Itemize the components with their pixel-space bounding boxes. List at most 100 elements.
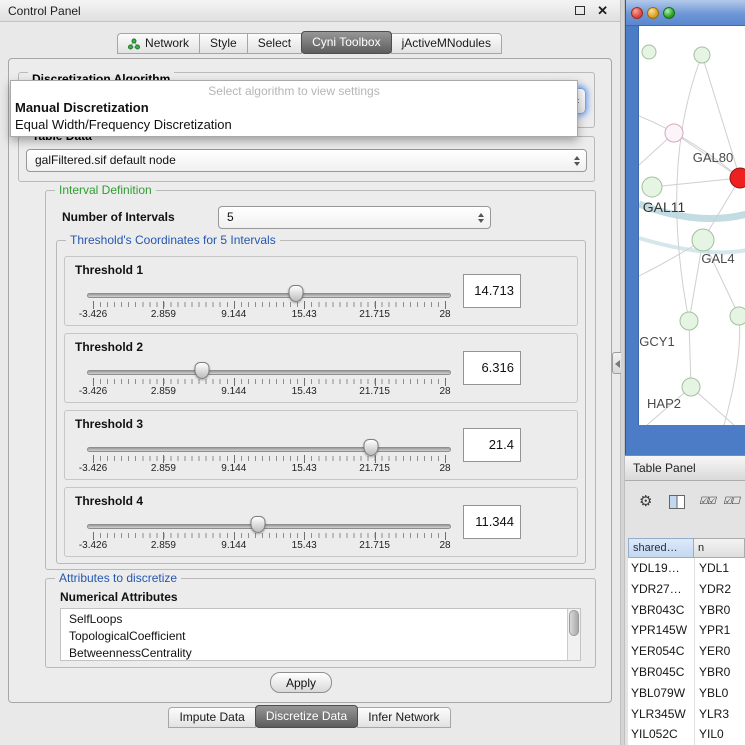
cell-shared-name: YBR045C bbox=[628, 665, 684, 679]
top-tab-bar: NetworkStyleSelectCyni ToolboxjActiveMNo… bbox=[0, 29, 620, 54]
table-row[interactable]: YBL079W YBL0 bbox=[628, 683, 745, 704]
major-tick bbox=[304, 301, 305, 309]
list-scrollbar-thumb[interactable] bbox=[569, 610, 579, 636]
algorithm-options: Manual DiscretizationEqual Width/Frequen… bbox=[11, 99, 577, 133]
column-header-shared-name[interactable]: shared… bbox=[628, 538, 694, 558]
network-window: GAL80 GAL11 GAL4 GCY1 HAP2 bbox=[625, 0, 745, 455]
threshold-value-field[interactable]: 14.713 bbox=[463, 274, 521, 308]
network-node[interactable] bbox=[680, 312, 698, 330]
slider-track[interactable] bbox=[87, 524, 451, 529]
tick-label: 21.715 bbox=[359, 386, 390, 397]
network-canvas[interactable]: GAL80 GAL11 GAL4 GCY1 HAP2 bbox=[638, 26, 745, 425]
table-row[interactable]: YPR145WYPR1 bbox=[628, 620, 745, 641]
select-all-columns-icon[interactable]: ☑☑ bbox=[699, 496, 715, 507]
threshold-block: Threshold 2 -3.4262.8599.14415.4321.7152… bbox=[64, 333, 578, 403]
numerical-attributes-listbox: SelfLoopsTopologicalCoefficientBetweenne… bbox=[60, 608, 581, 661]
top-tab-style[interactable]: Style bbox=[199, 33, 248, 54]
table-data-select[interactable]: galFiltered.sif default node bbox=[26, 149, 587, 172]
threshold-label: Threshold 1 bbox=[75, 263, 143, 277]
slider-thumb[interactable] bbox=[289, 285, 304, 302]
float-window-icon[interactable] bbox=[575, 6, 585, 15]
threshold-block: Threshold 3 -3.4262.8599.14415.4321.7152… bbox=[64, 410, 578, 480]
network-node[interactable] bbox=[642, 177, 662, 197]
network-node[interactable] bbox=[694, 47, 710, 63]
cell-name: YPR1 bbox=[694, 620, 730, 641]
network-node-selected[interactable] bbox=[730, 168, 745, 188]
tick-label: 15.43 bbox=[292, 540, 317, 551]
cell-name: YLR3 bbox=[694, 704, 729, 725]
numerical-attributes-list: SelfLoopsTopologicalCoefficientBetweenne… bbox=[61, 609, 580, 661]
attribute-item[interactable]: SelfLoops bbox=[61, 611, 580, 628]
threshold-value-field[interactable]: 11.344 bbox=[463, 505, 521, 539]
close-icon[interactable]: ✕ bbox=[597, 0, 608, 22]
tick-label: 9.144 bbox=[221, 463, 246, 474]
algorithm-option[interactable]: Equal Width/Frequency Discretization bbox=[11, 116, 577, 133]
cell-name: YBR0 bbox=[694, 662, 730, 683]
apply-button[interactable]: Apply bbox=[270, 672, 332, 693]
table-panel-header: Table Panel bbox=[625, 455, 745, 481]
spinner-value: 5 bbox=[227, 210, 234, 224]
tick-label: -3.426 bbox=[79, 540, 107, 551]
column-selector-icon[interactable] bbox=[669, 495, 685, 514]
threshold-value-field[interactable]: 6.316 bbox=[463, 351, 521, 385]
network-node[interactable] bbox=[642, 45, 656, 59]
bottom-tab-discretize-data[interactable]: Discretize Data bbox=[255, 705, 358, 728]
minimize-traffic-light-icon[interactable] bbox=[647, 7, 659, 19]
threshold-value-field[interactable]: 21.4 bbox=[463, 428, 521, 462]
slider-thumb[interactable] bbox=[251, 516, 266, 533]
bottom-tab-impute-data[interactable]: Impute Data bbox=[168, 707, 255, 728]
top-tab-jactivemnodules[interactable]: jActiveMNodules bbox=[391, 33, 502, 54]
table-row[interactable]: YDL19…YDL1 bbox=[628, 558, 745, 579]
table-row[interactable]: YIL052CYIL0 bbox=[628, 724, 745, 745]
control-panel-titlebar: Control Panel ✕ bbox=[0, 0, 620, 22]
tick-label: 28 bbox=[439, 309, 450, 320]
attribute-item[interactable]: BetweennessCentrality bbox=[61, 645, 580, 661]
top-tab-cyni-toolbox[interactable]: Cyni Toolbox bbox=[301, 31, 391, 54]
table-row[interactable]: YER054CYER0 bbox=[628, 641, 745, 662]
splitter-collapse-handle[interactable] bbox=[612, 352, 621, 374]
table-row[interactable]: YLR345WYLR3 bbox=[628, 704, 745, 725]
major-tick bbox=[304, 455, 305, 463]
top-tab-select[interactable]: Select bbox=[247, 33, 302, 54]
node-label: GAL80 bbox=[693, 150, 733, 165]
slider-thumb[interactable] bbox=[195, 362, 210, 379]
slider-track[interactable] bbox=[87, 293, 451, 298]
threshold-block: Threshold 4 -3.4262.8599.14415.4321.7152… bbox=[64, 487, 578, 557]
select-columns-icon[interactable]: ☑☐ bbox=[723, 496, 739, 507]
network-node[interactable] bbox=[692, 229, 714, 251]
cell-shared-name: YBL079W bbox=[628, 686, 685, 700]
node-label: GCY1 bbox=[639, 334, 674, 349]
dropdown-placeholder: Select algorithm to view settings bbox=[11, 83, 577, 99]
table-row[interactable]: YBR043CYBR0 bbox=[628, 600, 745, 621]
cell-name: YDR2 bbox=[694, 579, 731, 600]
network-node[interactable] bbox=[682, 378, 700, 396]
tick-label: 28 bbox=[439, 463, 450, 474]
slider-track[interactable] bbox=[87, 370, 451, 375]
slider-track[interactable] bbox=[87, 447, 451, 452]
table-row[interactable]: YBR045C YBR0 bbox=[628, 662, 745, 683]
number-of-intervals-spinner[interactable]: 5 bbox=[218, 206, 491, 229]
column-header-name[interactable]: n bbox=[694, 538, 745, 558]
table-row[interactable]: YDR27…YDR2 bbox=[628, 579, 745, 600]
cell-name: YBR0 bbox=[694, 600, 730, 621]
cell-name: YER0 bbox=[694, 641, 730, 662]
threshold-label: Threshold 2 bbox=[75, 340, 143, 354]
threshold-block: Threshold 1 -3.4262.8599.14415.4321.7152… bbox=[64, 256, 578, 326]
zoom-traffic-light-icon[interactable] bbox=[663, 7, 675, 19]
list-scrollbar[interactable] bbox=[567, 609, 580, 660]
spinner-arrows-icon bbox=[478, 213, 484, 223]
tick-label: 21.715 bbox=[359, 540, 390, 551]
network-window-titlebar[interactable] bbox=[626, 0, 745, 26]
close-traffic-light-icon[interactable] bbox=[631, 7, 643, 19]
attribute-item[interactable]: TopologicalCoefficient bbox=[61, 628, 580, 645]
top-tab-network[interactable]: Network bbox=[117, 33, 200, 54]
network-node[interactable] bbox=[730, 307, 745, 325]
algorithm-option[interactable]: Manual Discretization bbox=[11, 99, 577, 116]
gear-icon[interactable]: ⚙ bbox=[639, 492, 652, 510]
bottom-tab-infer-network[interactable]: Infer Network bbox=[357, 707, 450, 728]
network-node[interactable] bbox=[665, 124, 683, 142]
cell-name: YBL0 bbox=[694, 683, 728, 704]
tick-label: -3.426 bbox=[79, 463, 107, 474]
slider-thumb[interactable] bbox=[364, 439, 379, 456]
threshold-label: Threshold 4 bbox=[75, 494, 143, 508]
